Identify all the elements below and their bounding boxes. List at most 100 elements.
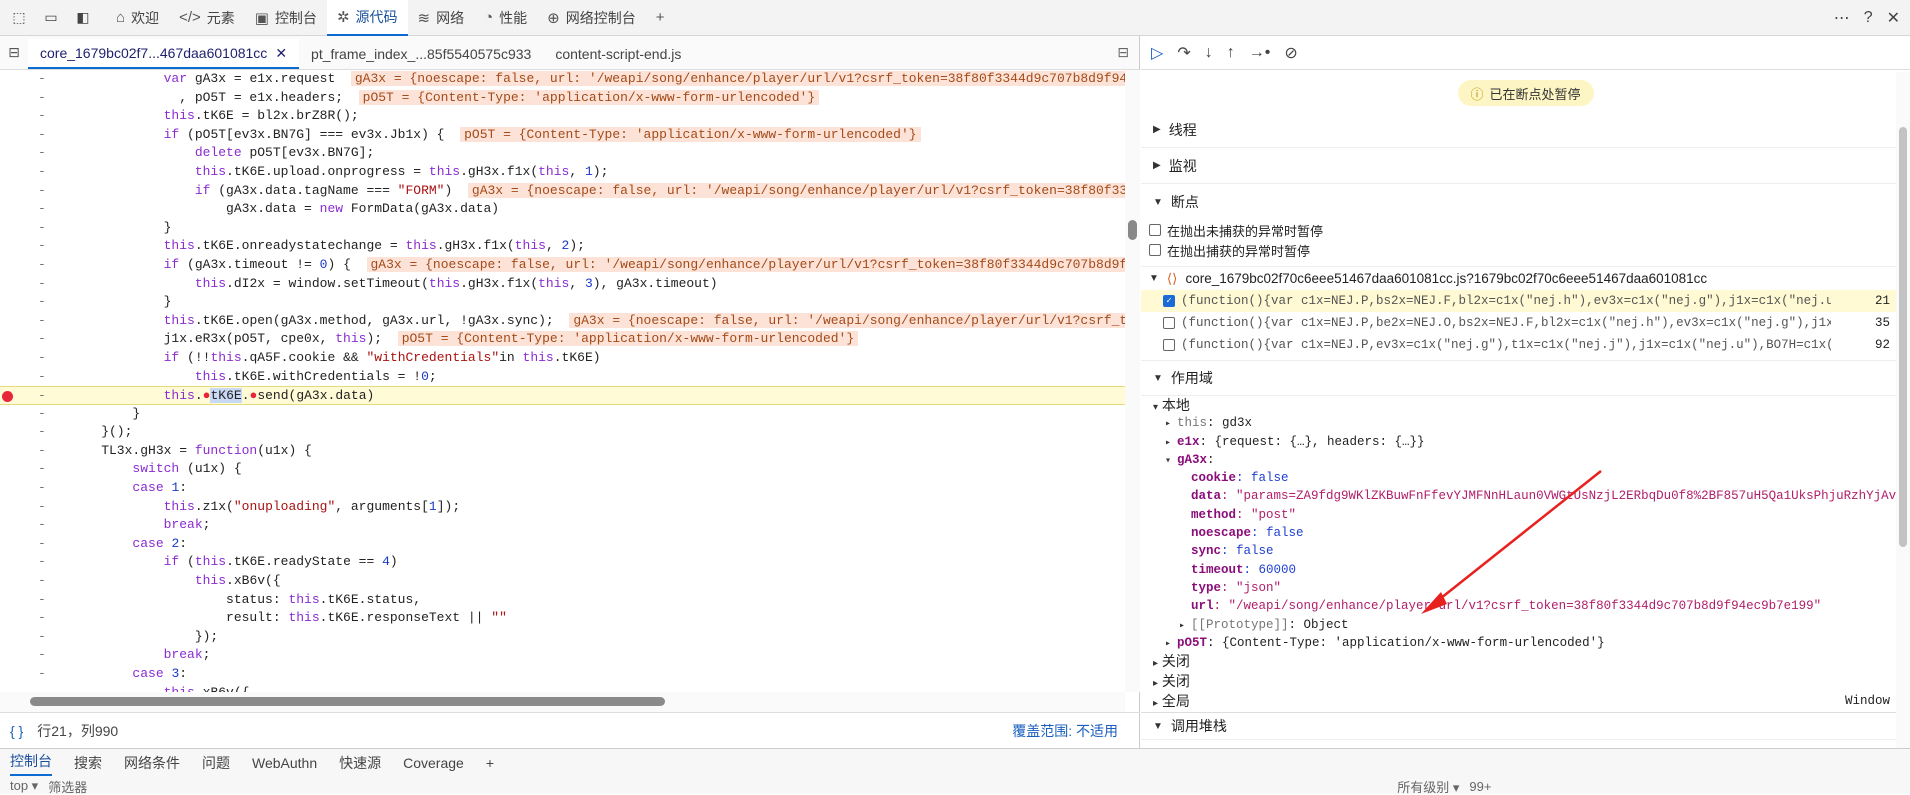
line-gutter[interactable]: - (38, 349, 46, 368)
device-icon[interactable]: ▭ (38, 5, 64, 31)
code-editor[interactable]: - var gA3x = e1x.request gA3x = {noescap… (0, 70, 1125, 732)
drawer-tab-2[interactable]: 网络条件 (124, 753, 180, 773)
line-gutter[interactable]: - (38, 479, 46, 498)
scroll-thumb[interactable] (30, 697, 665, 706)
code-line[interactable]: - if (gA3x.timeout != 0) { gA3x = {noesc… (0, 256, 1125, 275)
drawer-tab-7[interactable]: + (486, 755, 494, 771)
drawer-tab-6[interactable]: Coverage (403, 755, 464, 771)
code-line[interactable]: - break; (0, 516, 1125, 535)
navigator-toggle-icon[interactable]: ⊟ (0, 44, 28, 61)
pretty-print-button[interactable]: { } (10, 723, 23, 739)
line-gutter[interactable]: - (38, 107, 46, 126)
code-line[interactable]: - var gA3x = e1x.request gA3x = {noescap… (0, 70, 1125, 89)
code-line[interactable]: - this.tK6E = bl2x.brZ8R(); (0, 107, 1125, 126)
file-tab-pt-frame[interactable]: pt_frame_index_...85f5540575c933 (299, 39, 543, 69)
drawer-tab-3[interactable]: 问题 (202, 753, 230, 773)
code-line[interactable]: - this.z1x("onuploading", arguments[1]); (0, 498, 1125, 517)
tab-网络控制台[interactable]: ⊕ 网络控制台 (537, 0, 646, 36)
tab-控制台[interactable]: ▣ 控制台 (245, 0, 327, 36)
line-gutter[interactable]: - (38, 144, 46, 163)
tab-网络[interactable]: ≋ 网络 (408, 0, 475, 36)
line-gutter[interactable]: - (38, 553, 46, 572)
code-line[interactable]: - case 3: (0, 665, 1125, 684)
current-line[interactable]: - this.●tK6E.●send(gA3x.data) (0, 386, 1125, 405)
line-gutter[interactable]: - (38, 312, 46, 331)
tab-性能[interactable]: ◔ 性能 (474, 0, 537, 36)
code-line[interactable]: - this.dI2x = window.setTimeout(this.gH3… (0, 275, 1125, 294)
debugger-toggle-icon[interactable]: ⊟ (1117, 44, 1129, 61)
code-line[interactable]: - delete pO5T[ev3x.BN7G]; (0, 144, 1125, 163)
tab-add[interactable]: + (646, 0, 675, 36)
code-vertical-scrollbar[interactable] (1125, 70, 1140, 692)
code-line[interactable]: - } (0, 405, 1125, 424)
code-line[interactable]: - if (this.tK6E.readyState == 4) (0, 553, 1125, 572)
line-gutter[interactable]: - (38, 293, 46, 312)
line-gutter[interactable]: - (38, 275, 46, 294)
close-icon[interactable]: ✕ (1887, 8, 1900, 28)
code-line[interactable]: - } (0, 219, 1125, 238)
scroll-thumb[interactable] (1128, 220, 1137, 240)
line-gutter[interactable]: - (38, 256, 46, 275)
breakpoint-marker-icon[interactable] (2, 391, 13, 403)
tab-元素[interactable]: </> 元素 (169, 0, 245, 36)
code-line[interactable]: - }); (0, 628, 1125, 647)
code-line[interactable]: - TL3x.gH3x = function(u1x) { (0, 442, 1125, 461)
code-line[interactable]: - , pO5T = e1x.headers; pO5T = {Content-… (0, 89, 1125, 108)
code-line[interactable]: - case 2: (0, 535, 1125, 554)
code-line[interactable]: - if (pO5T[ev3x.BN7G] === ev3x.Jb1x) { p… (0, 126, 1125, 145)
code-line[interactable]: - this.xB6v({ (0, 572, 1125, 591)
line-gutter[interactable]: - (38, 572, 46, 591)
tab-源代码[interactable]: ✲ 源代码 (326, 0, 408, 36)
code-line[interactable]: - status: this.tK6E.status, (0, 591, 1125, 610)
line-gutter[interactable]: - (38, 219, 46, 238)
code-line[interactable]: - j1x.eR3x(pO5T, cpe0x, this); pO5T = {C… (0, 330, 1125, 349)
code-horizontal-scrollbar[interactable] (0, 692, 1125, 712)
close-tab-icon[interactable]: ✕ (275, 45, 287, 62)
line-gutter[interactable]: - (38, 387, 46, 406)
line-gutter[interactable]: - (38, 182, 46, 201)
drawer-tab-4[interactable]: WebAuthn (252, 755, 317, 771)
line-gutter[interactable]: - (38, 591, 46, 610)
code-line[interactable]: - break; (0, 646, 1125, 665)
inspect-icon[interactable]: ⬚ (6, 5, 32, 31)
line-gutter[interactable]: - (38, 609, 46, 628)
drawer-tab-1[interactable]: 搜索 (74, 753, 102, 773)
line-gutter[interactable]: - (38, 442, 46, 461)
code-line[interactable]: - this.tK6E.withCredentials = !0; (0, 368, 1125, 387)
line-gutter[interactable]: - (38, 405, 46, 424)
line-gutter[interactable]: - (38, 70, 46, 89)
code-line[interactable]: - result: this.tK6E.responseText || "" (0, 609, 1125, 628)
file-tab-content-script[interactable]: content-script-end.js (543, 39, 693, 69)
code-line[interactable]: - }(); (0, 423, 1125, 442)
line-gutter[interactable]: - (38, 628, 46, 647)
code-line[interactable]: - if (!!this.qA5F.cookie && "withCredent… (0, 349, 1125, 368)
line-gutter[interactable]: - (38, 237, 46, 256)
console-control-3[interactable]: 99+ (1469, 779, 1491, 794)
drawer-tab-5[interactable]: 快速源 (339, 753, 381, 773)
sidebar-icon[interactable]: ◧ (70, 5, 96, 31)
line-gutter[interactable]: - (38, 665, 46, 684)
console-control-2[interactable]: 所有级别 ▾ (1397, 777, 1459, 795)
line-gutter[interactable]: - (38, 516, 46, 535)
code-line[interactable]: - this.tK6E.open(gA3x.method, gA3x.url, … (0, 312, 1125, 331)
line-gutter[interactable]: - (38, 535, 46, 554)
help-icon[interactable]: ? (1864, 9, 1873, 27)
file-tab-core[interactable]: core_1679bc02f7...467daa601081cc ✕ (28, 39, 300, 69)
code-line[interactable]: - this.tK6E.upload.onprogress = this.gH3… (0, 163, 1125, 182)
more-icon[interactable]: ⋯ (1834, 8, 1850, 28)
console-control-0[interactable]: top ▾ (10, 778, 38, 794)
line-gutter[interactable]: - (38, 368, 46, 387)
line-gutter[interactable]: - (38, 646, 46, 665)
line-gutter[interactable]: - (38, 200, 46, 219)
line-gutter[interactable]: - (38, 89, 46, 108)
code-line[interactable]: - } (0, 293, 1125, 312)
line-gutter[interactable]: - (38, 330, 46, 349)
tab-欢迎[interactable]: ⌂ 欢迎 (106, 0, 169, 36)
coverage-link[interactable]: 覆盖范围: 不适用 (1012, 721, 1118, 741)
line-gutter[interactable]: - (38, 460, 46, 479)
code-line[interactable]: - case 1: (0, 479, 1125, 498)
code-line[interactable]: - this.tK6E.onreadystatechange = this.gH… (0, 237, 1125, 256)
code-line[interactable]: - gA3x.data = new FormData(gA3x.data) (0, 200, 1125, 219)
code-line[interactable]: - if (gA3x.data.tagName === "FORM") gA3x… (0, 182, 1125, 201)
code-line[interactable]: - switch (u1x) { (0, 460, 1125, 479)
